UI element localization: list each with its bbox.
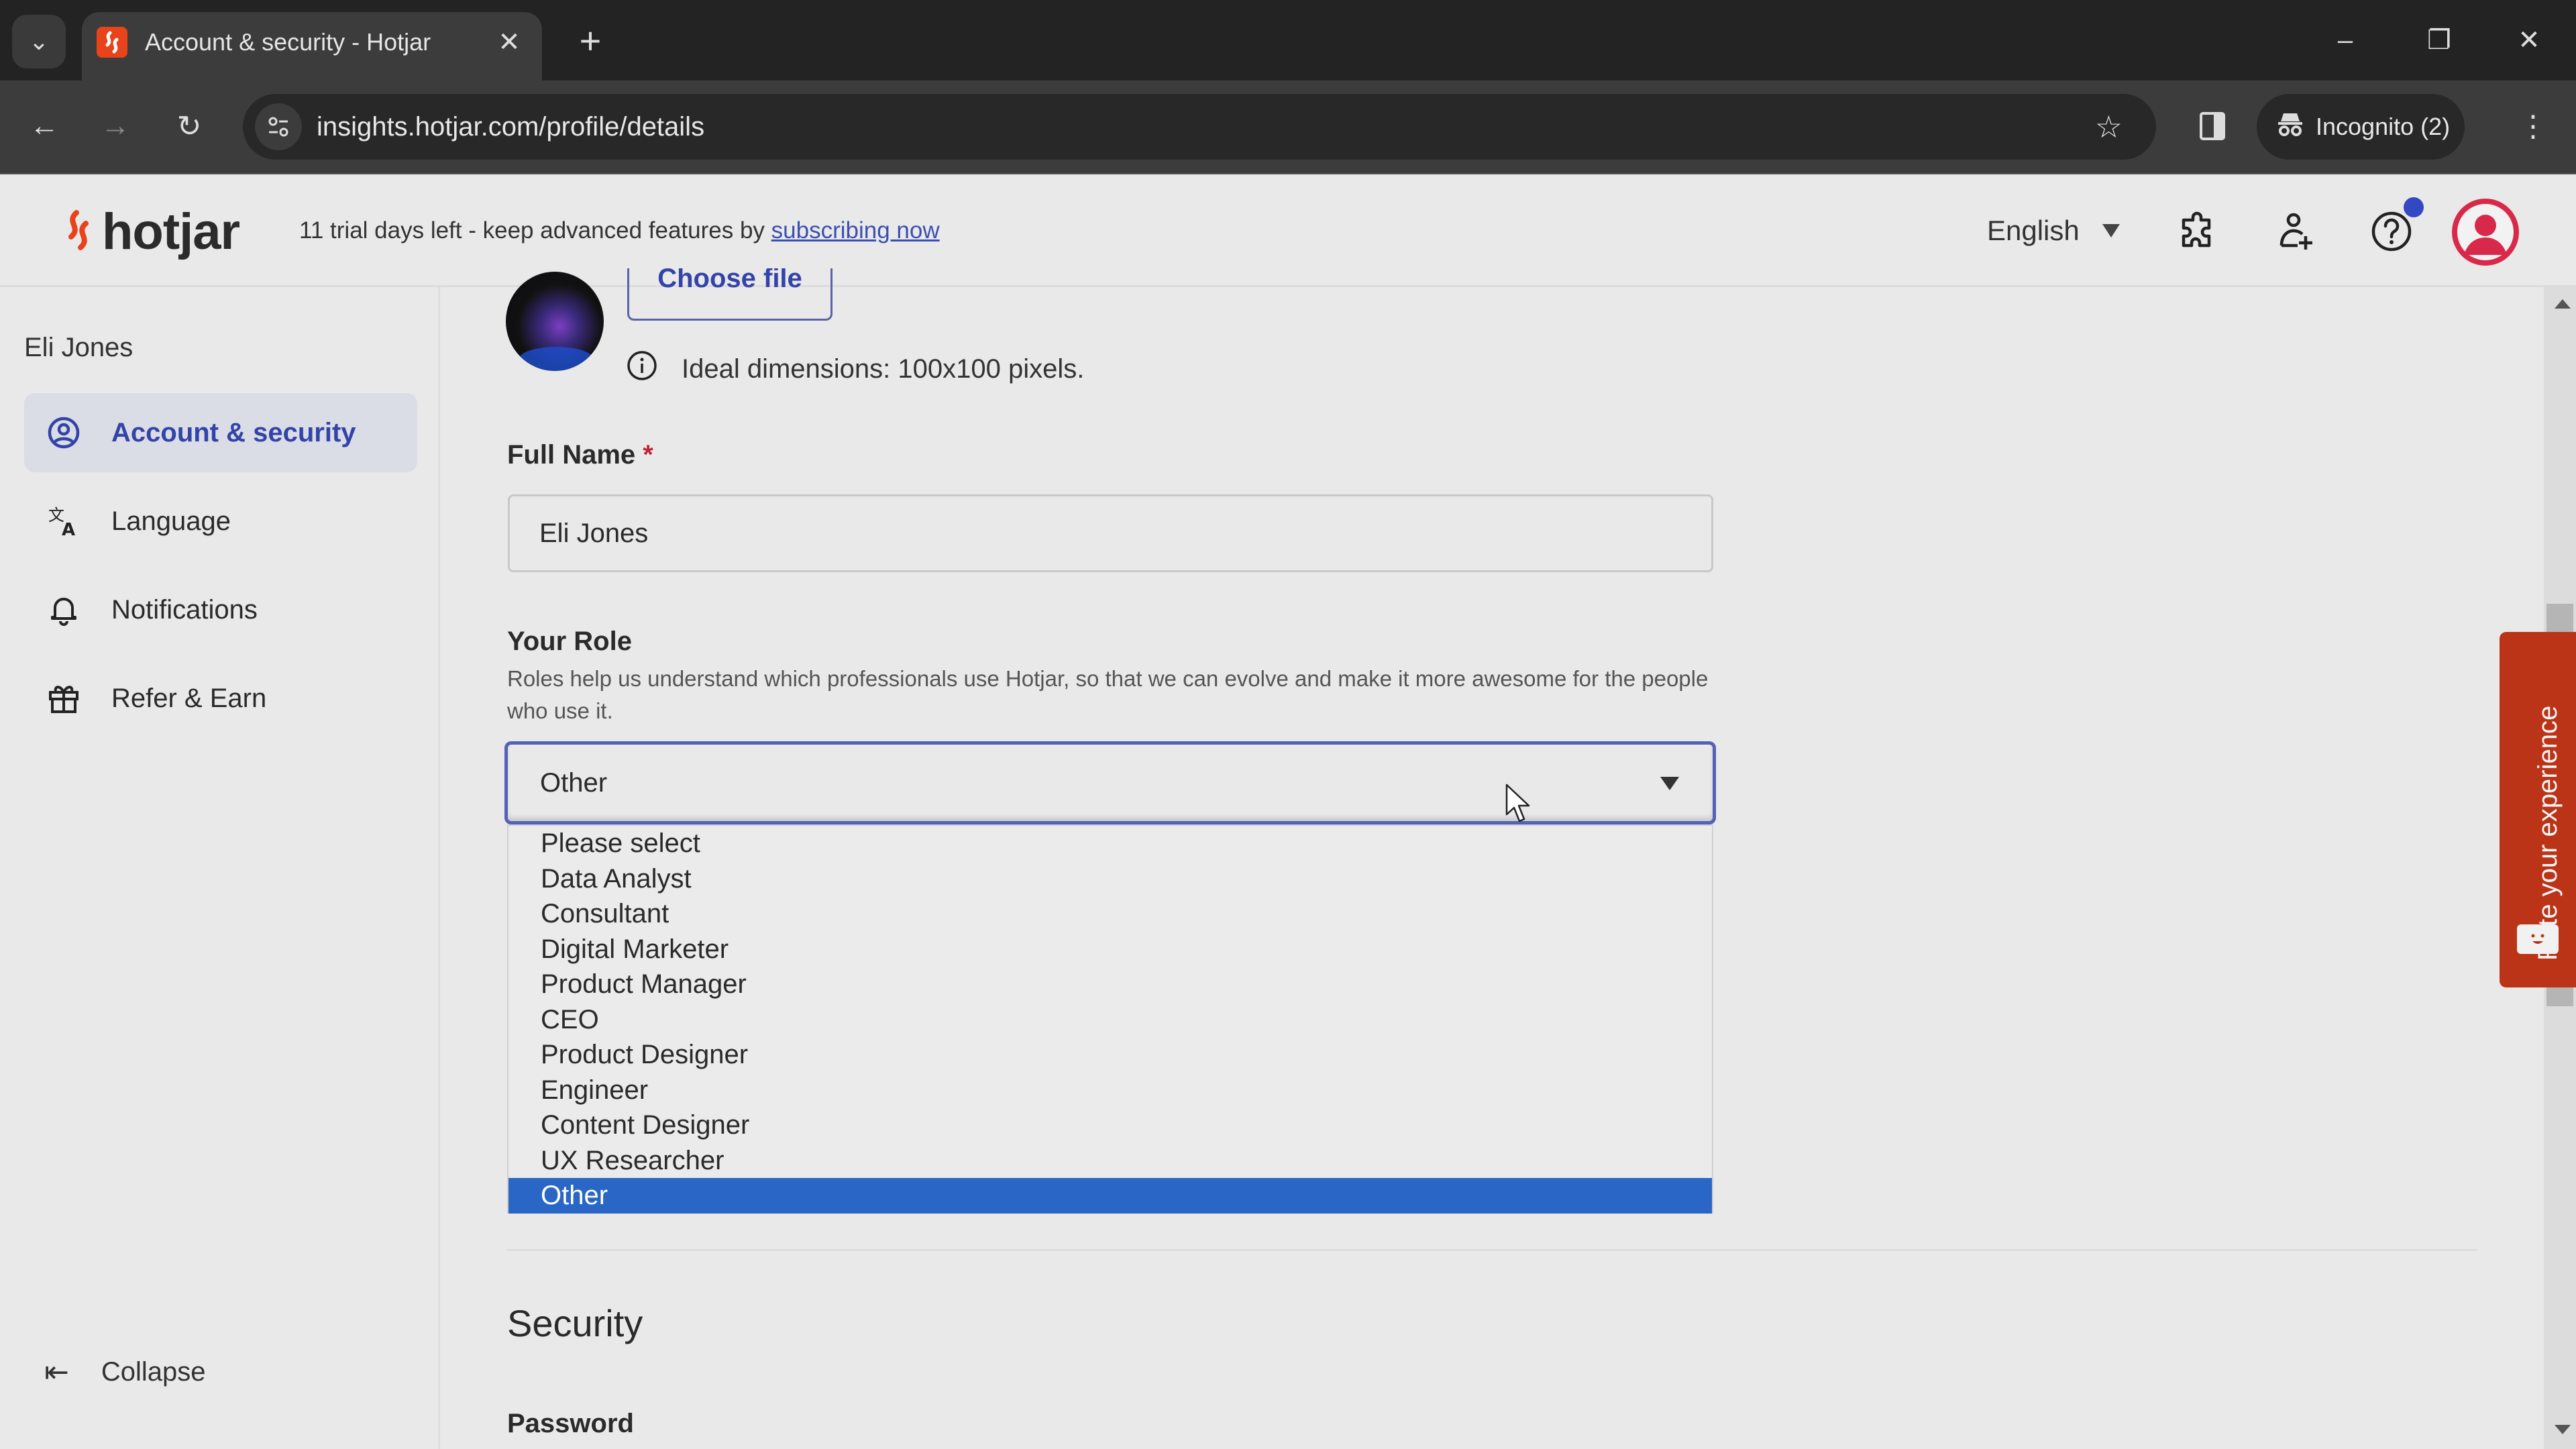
role-select[interactable]: Other — [504, 741, 1716, 824]
trial-text: 11 trial days left - keep advanced featu… — [299, 217, 771, 244]
tab-title: Account & security - Hotjar — [145, 28, 431, 56]
minimize-icon[interactable]: – — [2318, 20, 2372, 60]
collapse-label: Collapse — [101, 1357, 206, 1387]
section-divider — [507, 1249, 2477, 1251]
scroll-down-arrow-icon[interactable] — [2555, 1425, 2571, 1434]
user-avatar-button[interactable] — [2452, 199, 2519, 266]
url-text[interactable]: insights.hotjar.com/profile/details — [317, 94, 704, 160]
app-header: hotjar 11 trial days left - keep advance… — [0, 174, 2576, 287]
scroll-up-arrow-icon[interactable] — [2555, 299, 2571, 309]
close-window-icon[interactable]: ✕ — [2502, 20, 2556, 60]
svg-text:A: A — [62, 520, 75, 538]
security-heading: Security — [507, 1302, 643, 1344]
incognito-label: Incognito (2) — [2316, 113, 2451, 140]
smiley-chat-icon — [2517, 924, 2559, 954]
restore-icon[interactable]: ❐ — [2412, 20, 2466, 60]
role-option[interactable]: Product Designer — [508, 1037, 1712, 1073]
puzzle-icon[interactable] — [2175, 208, 2222, 255]
role-help-text: Roles help us understand which professio… — [507, 666, 1709, 723]
role-option[interactable]: Consultant — [508, 896, 1712, 932]
tab-list-button[interactable]: ⌄ — [12, 15, 66, 68]
info-icon — [625, 349, 659, 389]
forward-icon[interactable]: → — [94, 105, 137, 148]
subscribe-link[interactable]: subscribing now — [771, 217, 940, 244]
incognito-icon — [2275, 109, 2305, 145]
role-option[interactable]: Engineer — [508, 1073, 1712, 1108]
role-option[interactable]: Please select — [508, 826, 1712, 861]
dimensions-hint: Ideal dimensions: 100x100 pixels. — [625, 349, 1084, 389]
role-label: Your Role — [507, 627, 632, 656]
full-name-input[interactable] — [508, 494, 1713, 572]
role-option[interactable]: UX Researcher — [508, 1143, 1712, 1179]
full-name-label-text: Full Name — [507, 440, 636, 470]
translate-icon: 文A — [42, 504, 86, 538]
role-dropdown-list: Please select Data Analyst Consultant Digit… — [507, 824, 1713, 1214]
dimensions-text: Ideal dimensions: 100x100 pixels. — [682, 354, 1085, 384]
chevron-down-icon: ⌄ — [28, 28, 50, 55]
settings-sidebar: Eli Jones Account & security 文A Language… — [0, 287, 440, 1449]
browser-toolbar: ← → ↻ insights.hotjar.com/profile/detail… — [0, 80, 2576, 174]
gift-icon — [42, 682, 86, 715]
required-mark: * — [643, 440, 653, 470]
sidebar-item-label: Refer & Earn — [111, 683, 267, 713]
sidebar-item-label: Notifications — [111, 594, 258, 625]
back-icon[interactable]: ← — [23, 105, 66, 148]
notification-dot — [2404, 197, 2424, 217]
hotjar-flame-icon — [62, 209, 95, 254]
collapse-sidebar-button[interactable]: ⇤ Collapse — [44, 1355, 206, 1389]
incognito-indicator[interactable]: Incognito (2) — [2257, 94, 2465, 160]
bell-icon — [42, 593, 86, 627]
close-tab-icon[interactable]: ✕ — [492, 25, 526, 59]
invite-user-icon[interactable] — [2273, 208, 2320, 255]
side-panel-icon[interactable] — [2191, 105, 2234, 148]
bookmark-star-icon[interactable]: ☆ — [2095, 94, 2123, 160]
site-info-icon[interactable] — [255, 103, 302, 150]
collapse-arrow-icon: ⇤ — [44, 1356, 69, 1389]
role-option[interactable]: CEO — [508, 1002, 1712, 1038]
reload-icon[interactable]: ↻ — [168, 105, 211, 148]
hotjar-logo[interactable]: hotjar — [62, 201, 240, 262]
browser-tab[interactable]: Account & security - Hotjar ✕ — [82, 12, 542, 80]
rate-experience-label: Rate your experience — [2533, 705, 2563, 961]
role-option[interactable]: Content Designer — [508, 1108, 1712, 1143]
browser-tab-bar: ⌄ Account & security - Hotjar ✕ + – ❐ ✕ — [0, 0, 2576, 80]
address-bar[interactable]: insights.hotjar.com/profile/details ☆ — [243, 94, 2156, 160]
sidebar-item-account-security[interactable]: Account & security — [24, 393, 417, 472]
rate-experience-tab[interactable]: Rate your experience — [2500, 632, 2576, 987]
sidebar-user-name: Eli Jones — [24, 333, 133, 362]
caret-down-icon — [1660, 777, 1679, 790]
sidebar-item-label: Language — [111, 506, 231, 536]
choose-file-button[interactable]: Choose file — [627, 268, 833, 321]
full-name-label: Full Name * — [507, 440, 653, 470]
browser-menu-icon[interactable]: ⋮ — [2512, 105, 2555, 148]
caret-down-icon — [2102, 224, 2120, 237]
sidebar-item-notifications[interactable]: Notifications — [24, 570, 417, 649]
role-option[interactable]: Other — [508, 1178, 1712, 1214]
mouse-cursor-icon — [1505, 784, 1532, 827]
trial-banner: 11 trial days left - keep advanced featu… — [299, 174, 940, 287]
new-tab-button[interactable]: + — [570, 19, 610, 62]
profile-photo — [506, 272, 604, 371]
role-option[interactable]: Data Analyst — [508, 861, 1712, 897]
sidebar-item-refer-earn[interactable]: Refer & Earn — [24, 659, 417, 738]
sidebar-item-language[interactable]: 文A Language — [24, 482, 417, 561]
hotjar-favicon-icon — [97, 27, 127, 58]
role-option[interactable]: Digital Marketer — [508, 932, 1712, 967]
user-circle-icon — [42, 416, 86, 449]
sidebar-item-label: Account & security — [111, 417, 356, 447]
language-value: English — [1987, 215, 2080, 246]
role-select-value: Other — [540, 768, 608, 798]
language-selector[interactable]: English — [1987, 174, 2120, 287]
password-label: Password — [507, 1409, 634, 1438]
logo-text: hotjar — [102, 203, 240, 260]
role-option[interactable]: Product Manager — [508, 967, 1712, 1002]
